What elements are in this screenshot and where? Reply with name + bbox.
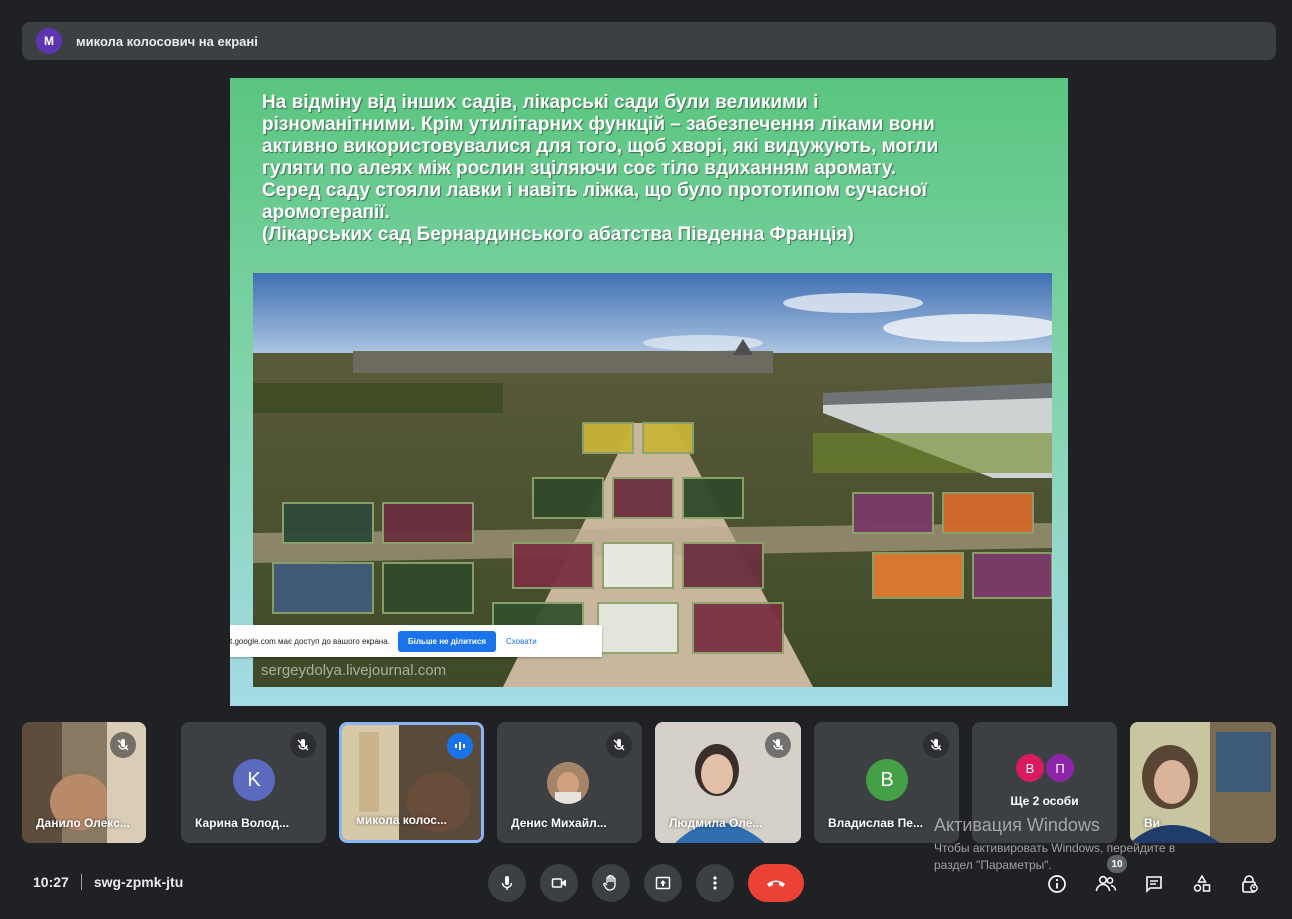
participant-name: Людмила Оле... [669, 816, 763, 830]
participant-tile[interactable]: Людмила Оле... [655, 722, 801, 843]
screen-share-notice: t.google.com має доступ до вашого екрана… [230, 625, 602, 657]
participant-name: Денис Михайл... [511, 816, 607, 830]
participant-tile-active[interactable]: микола колос... [339, 722, 484, 843]
microphone-icon [501, 876, 513, 890]
presenter-bar: М микола колосович на екрані [22, 22, 1276, 60]
slide-line: активно використовувалися для того, щоб … [262, 136, 939, 157]
meeting-info: 10:27 swg-zpmk-jtu [33, 874, 183, 890]
slide-line: На відміну від інших садів, лікарські са… [262, 92, 819, 113]
leave-call-button[interactable] [748, 864, 804, 902]
more-participants-label: Ще 2 особи [1010, 794, 1079, 808]
participant-count-badge: 10 [1107, 855, 1127, 873]
slide-text: На відміну від інших садів, лікарські са… [262, 92, 1052, 246]
camera-icon [551, 878, 566, 888]
participant-tile[interactable]: Данило Олекс... [22, 722, 146, 843]
presenter-avatar: М [36, 28, 62, 54]
stop-sharing-button[interactable]: Більше не ділитися [397, 630, 496, 652]
slide-line: (Лікарських сад Бернардинського абатства… [262, 224, 854, 245]
presenter-label: микола колосович на екрані [76, 33, 258, 49]
present-screen-button[interactable] [644, 864, 682, 902]
participant-avatar: В [1016, 754, 1044, 782]
mic-off-icon [290, 732, 316, 758]
hand-icon [603, 874, 616, 891]
photo-watermark: sergeydolya.livejournal.com [261, 662, 447, 679]
slide-line: гуляти по алеях між рослин зціляючи соє … [262, 158, 897, 179]
meeting-time: 10:27 [33, 874, 69, 890]
participant-avatar: K [233, 759, 275, 801]
chat-button[interactable] [1140, 870, 1168, 898]
participant-name: микола колос... [356, 813, 447, 827]
present-icon [655, 876, 671, 890]
mic-off-icon [606, 732, 632, 758]
more-options-button[interactable] [696, 864, 734, 902]
microphone-button[interactable] [488, 864, 526, 902]
speaking-indicator-icon [447, 733, 473, 759]
participant-tile[interactable]: K Карина Волод... [181, 722, 326, 843]
people-button[interactable] [1092, 870, 1120, 898]
participant-name: Данило Олекс... [36, 816, 130, 830]
people-icon [1095, 875, 1117, 892]
participant-tile[interactable]: Денис Михайл... [497, 722, 642, 843]
windows-activation-watermark: Активация Windows Чтобы активировать Win… [934, 815, 1175, 874]
participant-name: Карина Волод... [195, 816, 290, 830]
activities-button[interactable] [1188, 870, 1216, 898]
lock-person-icon [1242, 875, 1258, 893]
participant-avatar: П [1046, 754, 1074, 782]
mic-off-icon [923, 732, 949, 758]
meeting-details-button[interactable] [1043, 870, 1071, 898]
participant-name: Владислав Пе... [828, 816, 923, 830]
mic-off-icon [765, 732, 791, 758]
info-icon [1048, 875, 1066, 893]
slide-line: різноманітними. Крім утилітарних функцій… [262, 114, 935, 135]
mic-off-icon [110, 732, 136, 758]
participant-avatar [547, 762, 589, 804]
divider [80, 874, 82, 890]
participant-avatar: B [866, 759, 908, 801]
shared-screen: На відміну від інших садів, лікарські са… [230, 78, 1068, 706]
activation-title: Активация Windows [934, 815, 1100, 835]
more-vert-icon [713, 876, 717, 890]
share-notice-text: t.google.com має доступ до вашого екрана… [230, 636, 390, 646]
raise-hand-button[interactable] [592, 864, 630, 902]
slide-line: аромотерапії. [262, 202, 390, 223]
meeting-code: swg-zpmk-jtu [93, 874, 184, 890]
slide-line: Серед саду стояли лавки і навіть ліжка, … [262, 180, 927, 201]
hide-notice-button[interactable]: Сховати [506, 637, 537, 646]
camera-button[interactable] [540, 864, 578, 902]
activities-icon [1193, 874, 1211, 892]
host-controls-button[interactable] [1236, 870, 1264, 898]
activation-line: Чтобы активировать Windows, перейдите в [934, 841, 1176, 855]
chat-icon [1146, 876, 1162, 893]
hang-up-icon [767, 880, 785, 887]
